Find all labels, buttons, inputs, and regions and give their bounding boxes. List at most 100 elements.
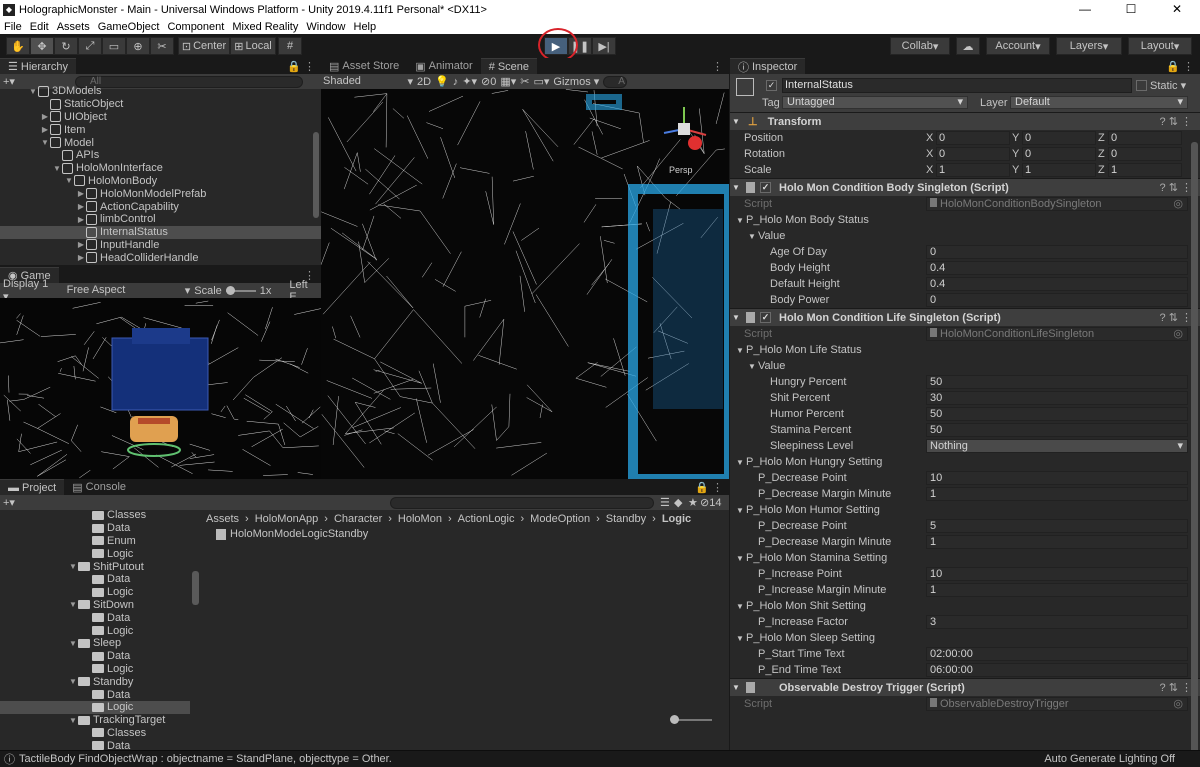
layers-dropdown[interactable]: Layers ▾ <box>1056 37 1122 55</box>
component-header[interactable]: ▼ Observable Destroy Trigger (Script) ? ⇅ … <box>730 678 1200 696</box>
component-header[interactable]: ▼ ✓ Holo Mon Condition Body Singleton (Scr… <box>730 178 1200 196</box>
rotate-tool-icon[interactable]: ↻ <box>54 37 78 55</box>
foldout-arrow-icon[interactable]: ▼ <box>68 562 78 571</box>
tag-dropdown[interactable]: Untagged ▾ <box>782 96 968 109</box>
breadcrumb-item[interactable]: Logic <box>662 513 691 525</box>
foldout-arrow-icon[interactable]: ▼ <box>68 716 78 725</box>
script-reference-field[interactable]: ObservableDestroyTrigger ◎ <box>926 697 1188 711</box>
project-folder-item[interactable]: Data <box>0 522 190 535</box>
layout-dropdown[interactable]: Layout ▾ <box>1128 37 1192 55</box>
foldout-arrow-icon[interactable]: ▼ <box>748 362 758 371</box>
gizmos-dropdown[interactable]: Gizmos ▾ <box>553 75 599 88</box>
project-folder-item[interactable]: Data <box>0 739 190 750</box>
hierarchy-item[interactable]: ▶ limbControl <box>0 213 321 226</box>
close-button[interactable]: ✕ <box>1154 0 1200 19</box>
project-folder-item[interactable]: Data <box>0 688 190 701</box>
foldout-arrow-icon[interactable]: ▶ <box>76 202 86 211</box>
hierarchy-item[interactable]: ▶ ActionCapability <box>0 200 321 213</box>
tab-animator[interactable]: ▣ Animator <box>407 58 481 74</box>
pivot-local-button[interactable]: ⊞ Local <box>230 37 276 55</box>
project-folder-item[interactable]: ▼ SitDown <box>0 599 190 612</box>
project-tree-scrollbar[interactable] <box>192 571 199 605</box>
favorite-icon[interactable]: ★ <box>688 496 698 509</box>
project-folder-item[interactable]: Logic <box>0 624 190 637</box>
project-folder-item[interactable]: ▼ TrackingTarget <box>0 714 190 727</box>
pivot-center-button[interactable]: ⊡ Center <box>178 37 230 55</box>
lighting-toggle-icon[interactable]: 💡 <box>435 75 449 88</box>
rect-tool-icon[interactable]: ▭ <box>102 37 126 55</box>
scale-slider[interactable] <box>225 285 256 295</box>
add-icon[interactable]: +▾ <box>3 496 15 509</box>
foldout-arrow-icon[interactable]: ▼ <box>730 183 742 192</box>
component-help-icon[interactable]: ? ⇅ ⋮ <box>1160 115 1192 128</box>
project-folder-item[interactable]: Enum <box>0 535 190 548</box>
hierarchy-item[interactable]: InternalStatus <box>0 225 321 239</box>
script-reference-field[interactable]: HoloMonConditionLifeSingleton ◎ <box>926 327 1188 341</box>
property-field[interactable]: 50 <box>926 423 1188 437</box>
project-folder-item[interactable]: Data <box>0 611 190 624</box>
property-field[interactable]: 10 <box>926 471 1188 485</box>
transform-y-field[interactable]: 0 <box>1022 131 1096 145</box>
project-search-input[interactable] <box>390 496 654 509</box>
account-dropdown[interactable]: Account ▾ <box>986 37 1050 55</box>
property-field[interactable]: 5 <box>926 519 1188 533</box>
breadcrumb-item[interactable]: Assets <box>206 513 239 525</box>
custom-tool-icon[interactable]: ✂ <box>150 37 174 55</box>
file-item[interactable]: HoloMonModeLogicStandby <box>200 526 729 542</box>
property-dropdown[interactable]: Nothing ▾ <box>926 439 1188 453</box>
aspect-dropdown[interactable]: Free Aspect ▾ <box>67 284 191 297</box>
property-field[interactable]: 1 <box>926 535 1188 549</box>
foldout-arrow-icon[interactable]: ▼ <box>68 639 78 648</box>
property-field[interactable]: 0.4 <box>926 261 1188 275</box>
property-field[interactable]: 0 <box>926 245 1188 259</box>
scene-view-canvas[interactable]: Persp <box>321 89 729 479</box>
project-folder-item[interactable]: Data <box>0 573 190 586</box>
foldout-arrow-icon[interactable]: ▶ <box>40 112 50 121</box>
property-field[interactable]: 0 <box>926 293 1188 307</box>
transform-header[interactable]: ▼ ⊥ Transform ? ⇅ ⋮ <box>730 112 1200 130</box>
transform-x-field[interactable]: 0 <box>936 131 1010 145</box>
move-tool-icon[interactable]: ✥ <box>30 37 54 55</box>
foldout-arrow-icon[interactable]: ▶ <box>76 215 86 224</box>
menu-component[interactable]: Component <box>163 21 228 33</box>
hierarchy-item[interactable]: ▼ HoloMonBody <box>0 175 321 188</box>
property-field[interactable]: 0.4 <box>926 277 1188 291</box>
foldout-arrow-icon[interactable]: ▼ <box>52 164 62 173</box>
game-view-canvas[interactable] <box>0 298 321 479</box>
foldout-arrow-icon[interactable]: ▼ <box>736 216 746 225</box>
hierarchy-item[interactable]: ▶ HoloMonModelPrefab <box>0 187 321 200</box>
menu-edit[interactable]: Edit <box>26 21 53 33</box>
property-field[interactable]: 30 <box>926 391 1188 405</box>
hierarchy-item[interactable]: APIs <box>0 149 321 162</box>
foldout-arrow-icon[interactable]: ▶ <box>76 189 86 198</box>
project-folder-item[interactable]: Classes <box>0 509 190 522</box>
hierarchy-item[interactable]: ▶ InputHandle <box>0 239 321 252</box>
menu-gameobject[interactable]: GameObject <box>94 21 164 33</box>
transform-z-field[interactable]: 0 <box>1108 131 1182 145</box>
object-name-input[interactable]: InternalStatus <box>782 78 1132 93</box>
grid-icon[interactable]: ▦▾ <box>500 75 516 88</box>
transform-y-field[interactable]: 1 <box>1022 163 1096 177</box>
script-reference-field[interactable]: HoloMonConditionBodySingleton ◎ <box>926 197 1188 211</box>
maximize-button[interactable]: ☐ <box>1108 0 1154 19</box>
menu-help[interactable]: Help <box>350 21 381 33</box>
foldout-arrow-icon[interactable]: ▼ <box>28 87 38 96</box>
breadcrumb-item[interactable]: HoloMon <box>398 513 442 525</box>
panel-menu-icon[interactable]: 🔒 ⋮ <box>689 481 729 494</box>
minimize-button[interactable]: — <box>1062 0 1108 19</box>
hierarchy-item[interactable]: ▼ HoloMonInterface <box>0 162 321 175</box>
foldout-arrow-icon[interactable]: ▼ <box>68 677 78 686</box>
breadcrumb-item[interactable]: Standby <box>606 513 646 525</box>
project-folder-item[interactable]: Logic <box>0 586 190 599</box>
transform-tool-icon[interactable]: ⊕ <box>126 37 150 55</box>
menu-file[interactable]: File <box>0 21 26 33</box>
foldout-arrow-icon[interactable]: ▼ <box>730 683 742 692</box>
hidden-objects-icon[interactable]: ⊘0 <box>481 75 496 88</box>
tab-asset-store[interactable]: ▤ Asset Store <box>321 58 408 74</box>
foldout-arrow-icon[interactable]: ▶ <box>76 253 86 262</box>
property-field[interactable]: 02:00:00 <box>926 647 1188 661</box>
static-checkbox[interactable] <box>1136 80 1147 91</box>
foldout-arrow-icon[interactable]: ▶ <box>76 240 86 249</box>
property-field[interactable]: 50 <box>926 407 1188 421</box>
project-folder-item[interactable]: Classes <box>0 727 190 740</box>
